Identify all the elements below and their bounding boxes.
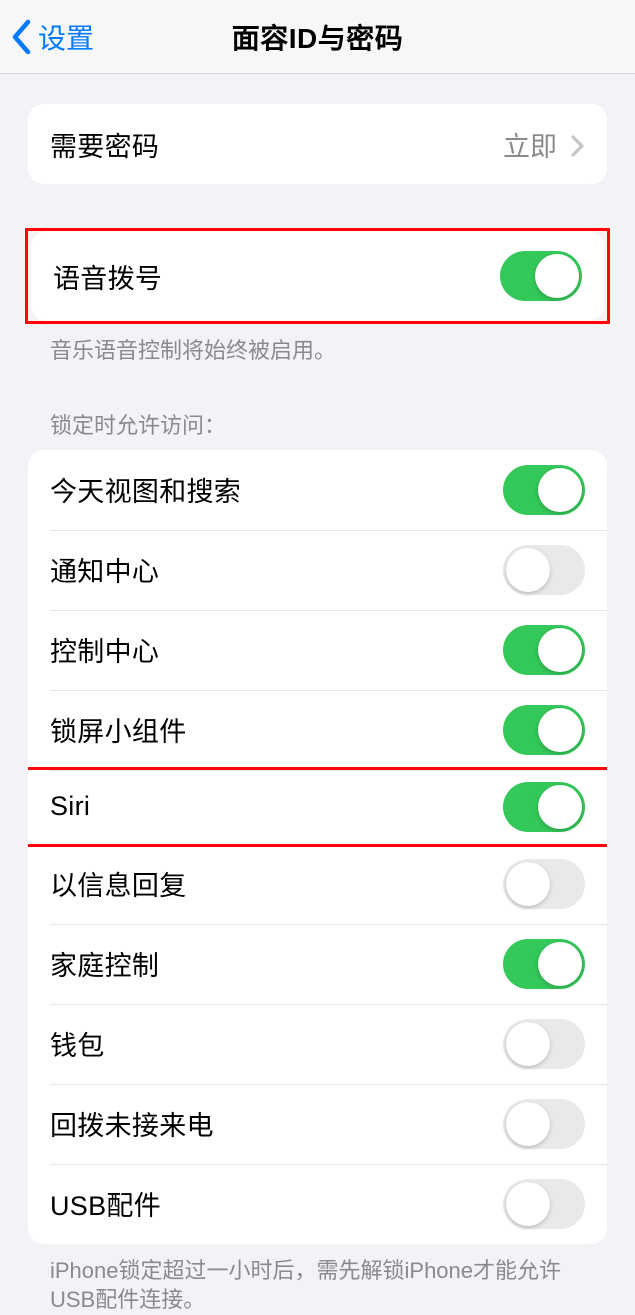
locked-access-label: 今天视图和搜索 bbox=[50, 470, 241, 509]
locked-access-toggle[interactable] bbox=[503, 465, 585, 515]
locked-access-row: Siri bbox=[28, 767, 607, 847]
toggle-knob bbox=[506, 1102, 550, 1146]
locked-access-toggle[interactable] bbox=[503, 859, 585, 909]
locked-access-toggle[interactable] bbox=[503, 705, 585, 755]
locked-access-toggle[interactable] bbox=[503, 545, 585, 595]
toggle-knob bbox=[538, 628, 582, 672]
require-passcode-group: 需要密码 立即 bbox=[28, 104, 607, 184]
locked-access-label: 家庭控制 bbox=[50, 944, 159, 983]
toggle-knob bbox=[506, 862, 550, 906]
toggle-knob bbox=[506, 1022, 550, 1066]
locked-access-group: 今天视图和搜索通知中心控制中心锁屏小组件 Siri 以信息回复家庭控制钱包回拨未接来… bbox=[28, 450, 607, 1244]
require-passcode-value: 立即 bbox=[503, 125, 585, 164]
voice-dial-highlight: 语音拨号 bbox=[25, 228, 610, 324]
locked-access-label: 控制中心 bbox=[50, 630, 159, 669]
locked-access-footer: iPhone锁定超过一小时后，需先解锁iPhone才能允许USB配件连接。 bbox=[28, 1244, 607, 1315]
locked-access-label: 回拨未接来电 bbox=[50, 1104, 214, 1143]
locked-access-row: 钱包 bbox=[28, 1004, 607, 1084]
locked-access-toggle[interactable] bbox=[503, 1179, 585, 1229]
locked-access-row: 回拨未接来电 bbox=[28, 1084, 607, 1164]
locked-access-label: USB配件 bbox=[50, 1184, 161, 1223]
toggle-knob bbox=[506, 1182, 550, 1226]
chevron-right-icon bbox=[571, 133, 585, 155]
toggle-knob bbox=[538, 785, 582, 829]
page-title: 面容ID与密码 bbox=[232, 17, 404, 57]
locked-access-row: 今天视图和搜索 bbox=[28, 450, 607, 530]
voice-dial-label: 语音拨号 bbox=[53, 257, 162, 296]
locked-access-toggle[interactable] bbox=[503, 1099, 585, 1149]
locked-access-row: 以信息回复 bbox=[28, 844, 607, 924]
navigation-bar: 设置 面容ID与密码 bbox=[0, 0, 635, 74]
chevron-left-icon bbox=[10, 19, 32, 55]
locked-access-header: 锁定时允许访问： bbox=[28, 366, 607, 450]
locked-access-label: Siri bbox=[50, 791, 90, 822]
locked-access-toggle[interactable] bbox=[503, 625, 585, 675]
locked-access-row: USB配件 bbox=[28, 1164, 607, 1244]
locked-access-label: 钱包 bbox=[50, 1024, 105, 1063]
locked-access-toggle[interactable] bbox=[503, 1019, 585, 1069]
locked-access-label: 锁屏小组件 bbox=[50, 710, 187, 749]
locked-access-label: 通知中心 bbox=[50, 550, 159, 589]
voice-dial-group: 语音拨号 bbox=[31, 231, 604, 321]
require-passcode-label: 需要密码 bbox=[50, 125, 159, 164]
require-passcode-row[interactable]: 需要密码 立即 bbox=[28, 104, 607, 184]
locked-access-row: 家庭控制 bbox=[28, 924, 607, 1004]
locked-access-row: 控制中心 bbox=[28, 610, 607, 690]
voice-dial-row: 语音拨号 bbox=[31, 231, 604, 321]
voice-dial-footer: 音乐语音控制将始终被启用。 bbox=[28, 324, 607, 366]
voice-dial-toggle[interactable] bbox=[500, 251, 582, 301]
back-label: 设置 bbox=[38, 17, 94, 57]
toggle-knob bbox=[538, 468, 582, 512]
locked-access-toggle[interactable] bbox=[503, 782, 585, 832]
locked-access-row: 通知中心 bbox=[28, 530, 607, 610]
locked-access-row: 锁屏小组件 bbox=[28, 690, 607, 770]
locked-access-label: 以信息回复 bbox=[50, 864, 187, 903]
toggle-knob bbox=[538, 708, 582, 752]
locked-access-toggle[interactable] bbox=[503, 939, 585, 989]
toggle-knob bbox=[535, 254, 579, 298]
toggle-knob bbox=[506, 548, 550, 592]
back-button[interactable]: 设置 bbox=[0, 17, 94, 57]
toggle-knob bbox=[538, 942, 582, 986]
